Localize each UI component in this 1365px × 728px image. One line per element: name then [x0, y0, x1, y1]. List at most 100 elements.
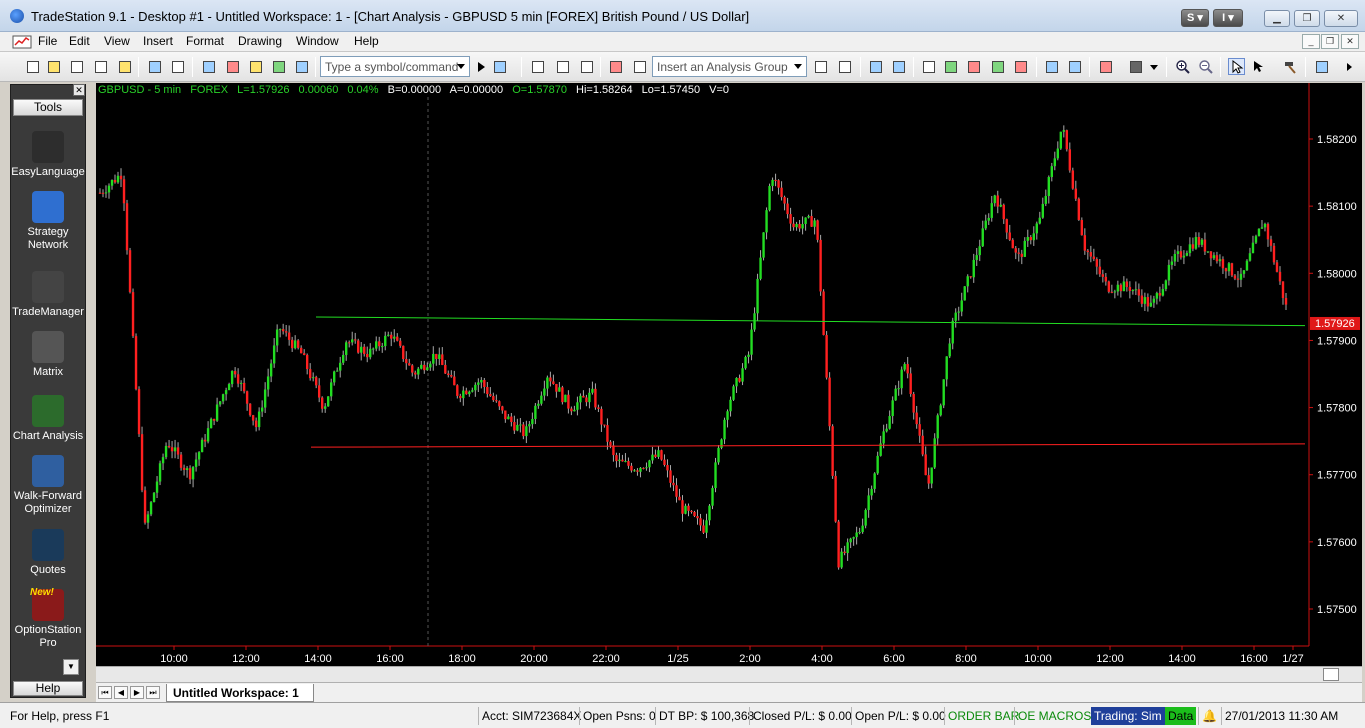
window-list-button[interactable]	[200, 58, 217, 75]
oe-macros-toggle[interactable]: OE MACROS	[1014, 707, 1094, 725]
menu-file[interactable]: File	[38, 34, 57, 48]
candle	[648, 459, 651, 473]
analysis-group-combo[interactable]: Insert an Analysis Group	[652, 56, 807, 77]
hollow-candle-style-button[interactable]	[1012, 58, 1029, 75]
alarm-clock-button[interactable]	[920, 58, 937, 75]
color-scheme-button[interactable]	[1097, 58, 1114, 75]
tool-optionstation-pro[interactable]: New! OptionStation Pro	[11, 587, 85, 650]
select-tool-button[interactable]	[1250, 58, 1267, 75]
symbol-link-button[interactable]	[293, 58, 310, 75]
chart-analysis-window[interactable]: 1.58200 1.58100 1.58000 1.57900 1.57800 1.577…	[96, 83, 1362, 666]
compress-bars-button[interactable]	[1043, 58, 1060, 75]
link-button[interactable]	[270, 58, 287, 75]
order-bar-toggle[interactable]: ORDER BAR	[944, 707, 1022, 725]
workspace-tab[interactable]: Untitled Workspace: 1	[166, 684, 314, 702]
account-status[interactable]: Acct: SIM723684X	[478, 707, 584, 725]
candlestick-style-button[interactable]	[989, 58, 1006, 75]
red-trendline[interactable]	[310, 443, 1306, 448]
tool-chart-analysis[interactable]: Chart Analysis	[11, 395, 85, 443]
format-table-button[interactable]	[578, 58, 595, 75]
candle	[777, 179, 780, 195]
tools-close-button[interactable]: ✕	[73, 84, 85, 96]
tool-quotes[interactable]: Quotes	[11, 529, 85, 577]
minimize-button[interactable]: ▁	[1264, 10, 1290, 27]
symbol-command-combo[interactable]: Type a symbol/command	[320, 56, 470, 77]
candle-body	[555, 384, 558, 392]
chart-horizontal-scrollbar[interactable]	[96, 666, 1362, 682]
candle	[840, 548, 843, 569]
messages-button[interactable]: 🔔	[1198, 707, 1218, 725]
price-chart[interactable]: 1.58200 1.58100 1.58000 1.57900 1.57800 1.577…	[96, 83, 1362, 666]
new-workspace-button[interactable]	[92, 58, 109, 75]
mdi-close-button[interactable]: ✕	[1341, 34, 1359, 49]
open-workspace-button[interactable]	[116, 58, 133, 75]
analysis-group-save-button[interactable]	[812, 58, 829, 75]
mdi-restore-button[interactable]: ❐	[1321, 34, 1339, 49]
zoom-window-button[interactable]	[867, 58, 884, 75]
tool-matrix[interactable]: Matrix	[11, 331, 85, 379]
symbol-lookup-button[interactable]	[491, 58, 508, 75]
green-trendline[interactable]	[315, 316, 1306, 327]
toolbar-more-button[interactable]	[1340, 58, 1357, 75]
candle-body	[1263, 223, 1267, 228]
open-button[interactable]	[45, 58, 62, 75]
crosshair-pointer-icon	[1254, 61, 1263, 72]
tools-scroll-down-button[interactable]: ▼	[63, 659, 79, 675]
go-button[interactable]	[472, 58, 489, 75]
candle-body	[384, 335, 387, 347]
save-button[interactable]	[68, 58, 85, 75]
background-dropdown-button[interactable]	[1148, 58, 1160, 75]
data-window-button[interactable]	[890, 58, 907, 75]
drawing-toolbar-button[interactable]	[1313, 58, 1330, 75]
restore-button[interactable]: ❐	[1294, 10, 1320, 27]
menu-window[interactable]: Window	[296, 34, 339, 48]
menu-edit[interactable]: Edit	[69, 34, 90, 48]
new-file-button[interactable]	[24, 58, 41, 75]
tool-easylanguage[interactable]: EasyLanguage	[11, 131, 85, 179]
zoom-in-button[interactable]	[1174, 58, 1191, 75]
candle	[299, 345, 303, 354]
mdi-minimize-button[interactable]: _	[1302, 34, 1320, 49]
format-symbol-button[interactable]	[529, 58, 546, 75]
expand-bars-button[interactable]	[1066, 58, 1083, 75]
lock-button[interactable]	[247, 58, 264, 75]
previous-tab-button[interactable]: ◀	[114, 686, 128, 699]
menu-insert[interactable]: Insert	[143, 34, 173, 48]
last-tab-button[interactable]: ⏭	[146, 686, 160, 699]
candle-body	[221, 394, 225, 402]
zoom-out-button[interactable]	[1197, 58, 1214, 75]
print-button[interactable]	[169, 58, 186, 75]
close-button[interactable]: ✕	[1324, 10, 1358, 27]
line-chart-style-button[interactable]	[965, 58, 982, 75]
s-menu-button[interactable]: S ▾	[1181, 9, 1209, 27]
print-preview-button[interactable]	[146, 58, 163, 75]
tools-button[interactable]	[1281, 58, 1298, 75]
scrollbar-thumb[interactable]	[1323, 668, 1339, 681]
candle	[981, 220, 984, 248]
candle	[846, 538, 849, 561]
symbol-command-placeholder: Type a symbol/command	[325, 60, 459, 74]
i-menu-button[interactable]: I ▾	[1213, 9, 1243, 27]
background-button[interactable]	[1127, 58, 1144, 75]
format-window-button[interactable]	[554, 58, 571, 75]
insert-indicator-button[interactable]	[607, 58, 624, 75]
menu-drawing[interactable]: Drawing	[238, 34, 282, 48]
analysis-group-remove-button[interactable]	[836, 58, 853, 75]
menu-format[interactable]: Format	[186, 34, 224, 48]
candle	[936, 413, 939, 446]
trading-mode-badge[interactable]: Trading: Sim	[1091, 707, 1165, 725]
bar-chart-style-button[interactable]	[942, 58, 959, 75]
tool-walk-forward-optimizer[interactable]: Walk-Forward Optimizer	[11, 455, 85, 516]
tools-help-button[interactable]: Help	[13, 681, 83, 696]
next-tab-button[interactable]: ▶	[130, 686, 144, 699]
first-tab-button[interactable]: ⏮	[98, 686, 112, 699]
insert-strategy-button[interactable]	[631, 58, 648, 75]
candle-body	[567, 394, 570, 409]
tool-strategy-network[interactable]: Strategy Network	[11, 191, 85, 252]
menu-help[interactable]: Help	[354, 34, 379, 48]
candle	[468, 390, 471, 397]
menu-view[interactable]: View	[104, 34, 130, 48]
pointer-tool-button[interactable]	[1228, 58, 1245, 75]
window-arrange-button[interactable]	[224, 58, 241, 75]
tool-trademanager[interactable]: TradeManager	[11, 271, 85, 319]
